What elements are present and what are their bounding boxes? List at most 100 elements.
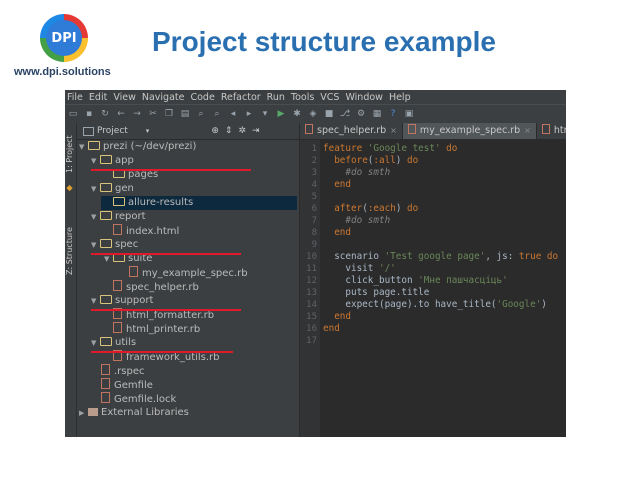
menu-file[interactable]: File: [67, 92, 83, 103]
close-icon[interactable]: ×: [390, 126, 397, 135]
line-number: 3: [311, 168, 317, 178]
tree-node[interactable]: index.html: [113, 224, 179, 238]
nav-forward-icon[interactable]: ▸: [243, 109, 255, 120]
folder-icon: [100, 337, 112, 346]
vcs-icon[interactable]: ⎇: [339, 109, 351, 120]
code-line: end: [334, 311, 351, 322]
tree-node[interactable]: ▼ spec: [91, 238, 138, 252]
back-icon[interactable]: ←: [115, 109, 127, 120]
line-number: 15: [306, 312, 317, 322]
run-icon[interactable]: ▶: [275, 109, 287, 120]
open-icon[interactable]: ▭: [67, 109, 79, 120]
stop-icon[interactable]: ■: [323, 109, 335, 120]
menu-edit[interactable]: Edit: [89, 92, 107, 103]
menu-tools[interactable]: Tools: [291, 92, 314, 103]
slide-title: Project structure example: [152, 26, 496, 57]
tree-node[interactable]: ▼ gen: [91, 182, 134, 196]
folder-icon: [88, 141, 100, 150]
target-icon[interactable]: ⊕: [211, 126, 219, 136]
tree-node[interactable]: spec_helper.rb: [113, 280, 199, 294]
paste-icon[interactable]: ▤: [179, 109, 191, 120]
menu-help[interactable]: Help: [389, 92, 411, 103]
tree-node[interactable]: Gemfile: [101, 378, 153, 392]
line-number: 8: [311, 228, 317, 238]
tree-node[interactable]: html_printer.rb: [113, 322, 200, 336]
tree-node-selected[interactable]: allure-results: [101, 196, 297, 210]
menu-code[interactable]: Code: [190, 92, 214, 103]
tree-node[interactable]: ▶ External Libraries: [79, 406, 189, 420]
code-line: expect(page).to have_title('Google'): [323, 299, 547, 310]
project-tree: ▼ prezi (~/dev/prezi) ▼ app pages ▼ gen all…: [77, 140, 299, 437]
terminal-icon[interactable]: ▣: [403, 109, 415, 120]
sdk-icon[interactable]: ▦: [371, 109, 383, 120]
settings-icon[interactable]: ⚙: [355, 109, 367, 120]
line-number: 4: [311, 180, 317, 190]
project-view-label[interactable]: Project: [97, 126, 128, 136]
expand-arrow-icon[interactable]: ▼: [91, 210, 100, 224]
menu-refactor[interactable]: Refactor: [221, 92, 261, 103]
file-icon: [101, 364, 110, 375]
ruby-file-icon: [305, 124, 313, 134]
expand-arrow-icon[interactable]: ▼: [91, 182, 100, 196]
menu-run[interactable]: Run: [267, 92, 285, 103]
menu-vcs[interactable]: VCS: [320, 92, 339, 103]
tree-node[interactable]: ▼ prezi (~/dev/prezi): [79, 140, 196, 154]
file-icon: [113, 322, 122, 333]
menu-window[interactable]: Window: [345, 92, 382, 103]
code-line: #do smth: [345, 167, 391, 178]
folder-icon: [100, 239, 112, 248]
debug-icon[interactable]: ✱: [291, 109, 303, 120]
expand-arrow-icon[interactable]: ▼: [91, 238, 100, 252]
expand-arrow-icon[interactable]: ▼: [91, 154, 100, 168]
tool-window-strip: 1: Project ◆ Z: Structure: [65, 123, 77, 437]
tree-node[interactable]: .rspec: [101, 364, 145, 378]
menu-navigate[interactable]: Navigate: [142, 92, 185, 103]
line-number: 17: [306, 336, 317, 346]
hide-icon[interactable]: ⇥: [252, 126, 260, 136]
line-number: 16: [306, 324, 317, 334]
collapse-icon[interactable]: ⇕: [225, 126, 233, 136]
file-icon: [101, 392, 110, 403]
dropdown-chevron-icon[interactable]: ▾: [146, 127, 150, 135]
gear-icon[interactable]: ✲: [238, 126, 246, 136]
line-number: 6: [311, 204, 317, 214]
project-tool-tab[interactable]: 1: Project: [65, 129, 76, 173]
expand-arrow-icon[interactable]: ▶: [79, 406, 88, 420]
tab-html-printer[interactable]: html_p: [537, 123, 566, 139]
tree-node[interactable]: ▼ report: [91, 210, 146, 224]
folder-icon: [100, 211, 112, 220]
cut-icon[interactable]: ✂: [147, 109, 159, 120]
code-line: #do smth: [345, 215, 391, 226]
expand-arrow-icon[interactable]: ▼: [79, 140, 88, 154]
help-icon[interactable]: ?: [387, 109, 399, 120]
tree-node[interactable]: Gemfile.lock: [101, 392, 176, 406]
expand-arrow-icon[interactable]: ▼: [91, 336, 100, 350]
expand-arrow-icon[interactable]: ▼: [91, 294, 100, 308]
file-icon: [129, 266, 138, 277]
ruby-icon[interactable]: ◆: [65, 183, 76, 193]
tree-node[interactable]: ▼ utils: [91, 336, 136, 350]
tree-node[interactable]: ▼ support: [91, 294, 153, 308]
save-icon[interactable]: ▪: [83, 109, 95, 120]
tree-node[interactable]: my_example_spec.rb: [129, 266, 248, 280]
ruby-file-icon: [541, 124, 550, 134]
tree-node[interactable]: ▼ app: [91, 154, 134, 168]
line-number: 10: [306, 252, 317, 262]
coverage-icon[interactable]: ◈: [307, 109, 319, 120]
structure-tool-tab[interactable]: Z: Structure: [65, 223, 76, 275]
tab-my-example-spec[interactable]: my_example_spec.rb ×: [402, 123, 537, 139]
tab-spec-helper[interactable]: spec_helper.rb ×: [300, 123, 403, 139]
run-config-icon[interactable]: ▾: [259, 109, 271, 120]
copy-icon[interactable]: ❐: [163, 109, 175, 120]
close-icon[interactable]: ×: [524, 126, 531, 135]
replace-icon[interactable]: ⌕: [211, 109, 223, 120]
find-icon[interactable]: ⌕: [195, 109, 207, 120]
menu-view[interactable]: View: [113, 92, 136, 103]
forward-icon[interactable]: →: [131, 109, 143, 120]
nav-back-icon[interactable]: ◂: [227, 109, 239, 120]
code-line: scenario 'Test google page', js: true do: [323, 251, 559, 262]
sync-icon[interactable]: ↻: [99, 109, 111, 120]
project-panel-header: Project ▾ ⊕ ⇕ ✲ ⇥: [77, 123, 299, 139]
code-line: feature 'Google test' do: [323, 143, 458, 154]
highlight-underline: [91, 169, 251, 171]
